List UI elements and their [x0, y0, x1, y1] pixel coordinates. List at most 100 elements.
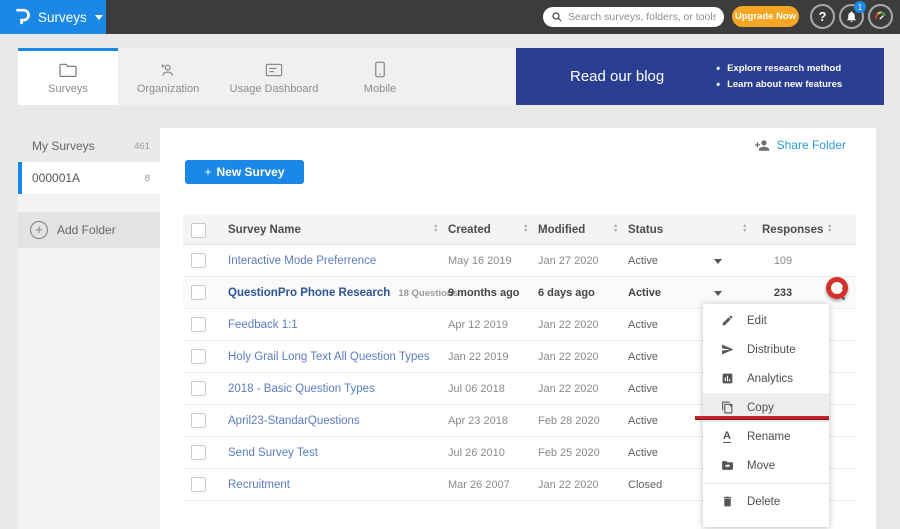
- add-folder-label: Add Folder: [57, 223, 116, 237]
- folder-label: My Surveys: [32, 139, 95, 153]
- select-all-checkbox[interactable]: [191, 223, 206, 238]
- menu-item-label: Rename: [747, 431, 790, 443]
- survey-name-link[interactable]: Send Survey Test: [228, 447, 318, 459]
- pencil-icon: [720, 314, 734, 327]
- notifications-button[interactable]: 1: [839, 4, 864, 29]
- folder-label: 000001A: [32, 171, 80, 185]
- menu-item-label: Copy: [747, 402, 774, 414]
- status-cell: Active: [628, 383, 658, 395]
- responses-cell[interactable]: 233: [758, 287, 808, 299]
- created-cell: Jul 26 2010: [448, 447, 505, 459]
- move-folder-icon: [720, 459, 734, 472]
- tab-usage-dashboard[interactable]: Usage Dashboard: [218, 48, 330, 105]
- table-row: Interactive Mode Preferrence May 16 2019…: [183, 245, 856, 277]
- upgrade-now-button[interactable]: Upgrade Now: [732, 6, 799, 27]
- help-button[interactable]: ?: [810, 4, 835, 29]
- new-survey-label: New Survey: [216, 165, 284, 179]
- usage-meter-button[interactable]: [868, 4, 893, 29]
- share-folder-link[interactable]: Share Folder: [754, 138, 846, 152]
- rename-a-icon: A: [720, 431, 734, 443]
- sort-icon[interactable]: [433, 224, 441, 234]
- sort-icon[interactable]: [742, 224, 750, 234]
- column-created[interactable]: Created: [448, 224, 491, 236]
- responses-cell[interactable]: 109: [758, 255, 808, 267]
- status-cell: Active: [628, 447, 658, 459]
- tab-organization[interactable]: Organization: [118, 48, 218, 105]
- row-checkbox[interactable]: [191, 253, 206, 268]
- menu-item-rename[interactable]: A Rename: [703, 422, 829, 451]
- folder-icon: [58, 62, 78, 78]
- copy-icon: [720, 401, 734, 414]
- new-survey-button[interactable]: + New Survey: [185, 160, 304, 184]
- sort-icon[interactable]: [827, 224, 835, 234]
- created-cell: Jan 22 2019: [448, 351, 509, 363]
- column-status[interactable]: Status: [628, 224, 663, 236]
- tab-surveys[interactable]: Surveys: [18, 48, 118, 105]
- banner-bullet: Learn about new features: [716, 77, 842, 93]
- folder-count: 461: [134, 141, 150, 152]
- menu-item-analytics[interactable]: Analytics: [703, 364, 829, 393]
- add-folder-button[interactable]: + Add Folder: [18, 212, 160, 248]
- banner-bullets: Explore research method Learn about new …: [716, 61, 842, 93]
- menu-item-move[interactable]: Move: [703, 451, 829, 480]
- plus-circle-icon: +: [30, 221, 48, 239]
- annotation-red-circle: [826, 277, 848, 299]
- bar-chart-icon: [720, 372, 734, 385]
- row-checkbox[interactable]: [191, 445, 206, 460]
- sidebar-item-000001A[interactable]: 000001A 8: [18, 162, 160, 194]
- survey-name-link[interactable]: Feedback 1:1: [228, 319, 298, 331]
- tab-label: Surveys: [48, 83, 88, 95]
- menu-item-label: Delete: [747, 496, 780, 508]
- paper-plane-icon: [720, 343, 734, 356]
- survey-name-link[interactable]: Holy Grail Long Text All Question Types: [228, 351, 430, 363]
- blog-banner[interactable]: Read our blog Explore research method Le…: [516, 48, 884, 105]
- menu-item-edit[interactable]: Edit: [703, 306, 829, 335]
- column-responses[interactable]: Responses: [762, 224, 823, 236]
- question-mark-icon: ?: [819, 9, 827, 24]
- chevron-down-icon: [95, 15, 103, 20]
- created-cell: 9 months ago: [448, 287, 520, 299]
- menu-item-label: Distribute: [747, 344, 796, 356]
- row-checkbox[interactable]: [191, 285, 206, 300]
- column-survey-name[interactable]: Survey Name: [228, 224, 301, 236]
- tab-mobile[interactable]: Mobile: [330, 48, 430, 105]
- menu-item-distribute[interactable]: Distribute: [703, 335, 829, 364]
- sort-icon[interactable]: [523, 224, 531, 234]
- banner-title: Read our blog: [570, 68, 664, 85]
- modified-cell: Jan 22 2020: [538, 479, 599, 491]
- questionpro-logo-icon: [14, 7, 30, 27]
- row-checkbox[interactable]: [191, 349, 206, 364]
- share-folder-label: Share Folder: [777, 138, 846, 152]
- menu-item-label: Move: [747, 460, 775, 472]
- sidebar-item-my-surveys[interactable]: My Surveys 461: [18, 130, 160, 162]
- survey-name-link[interactable]: QuestionPro Phone Research18 Questions: [228, 287, 458, 299]
- banner-bullet: Explore research method: [716, 61, 842, 77]
- plus-icon: +: [204, 165, 211, 179]
- sort-icon[interactable]: [613, 224, 621, 234]
- row-checkbox[interactable]: [191, 317, 206, 332]
- survey-name-link[interactable]: Interactive Mode Preferrence: [228, 255, 376, 267]
- modified-cell: Feb 28 2020: [538, 415, 600, 427]
- folders-sidebar: My Surveys 461 000001A 8 + Add Folder: [18, 130, 160, 529]
- menu-item-label: Analytics: [747, 373, 793, 385]
- column-modified[interactable]: Modified: [538, 224, 585, 236]
- created-cell: Jul 06 2018: [448, 383, 505, 395]
- row-checkbox[interactable]: [191, 413, 206, 428]
- row-checkbox[interactable]: [191, 477, 206, 492]
- app-switcher[interactable]: Surveys: [0, 0, 106, 34]
- tab-label: Usage Dashboard: [230, 83, 319, 95]
- status-dropdown-caret[interactable]: [714, 291, 722, 296]
- survey-name-link[interactable]: 2018 - Basic Question Types: [228, 383, 375, 395]
- survey-name-link[interactable]: Recruitment: [228, 479, 290, 491]
- module-tabs: Surveys Organization Usage Dashboard Mob…: [18, 48, 516, 105]
- tab-label: Mobile: [364, 83, 396, 95]
- menu-item-delete[interactable]: Delete: [703, 487, 829, 516]
- modified-cell: Jan 22 2020: [538, 383, 599, 395]
- created-cell: Apr 12 2019: [448, 319, 508, 331]
- search-icon: [551, 11, 563, 23]
- status-dropdown-caret[interactable]: [714, 259, 722, 264]
- menu-item-label: Edit: [747, 315, 767, 327]
- search-input[interactable]: [568, 11, 716, 23]
- row-checkbox[interactable]: [191, 381, 206, 396]
- survey-name-link[interactable]: April23-StandarQuestions: [228, 415, 360, 427]
